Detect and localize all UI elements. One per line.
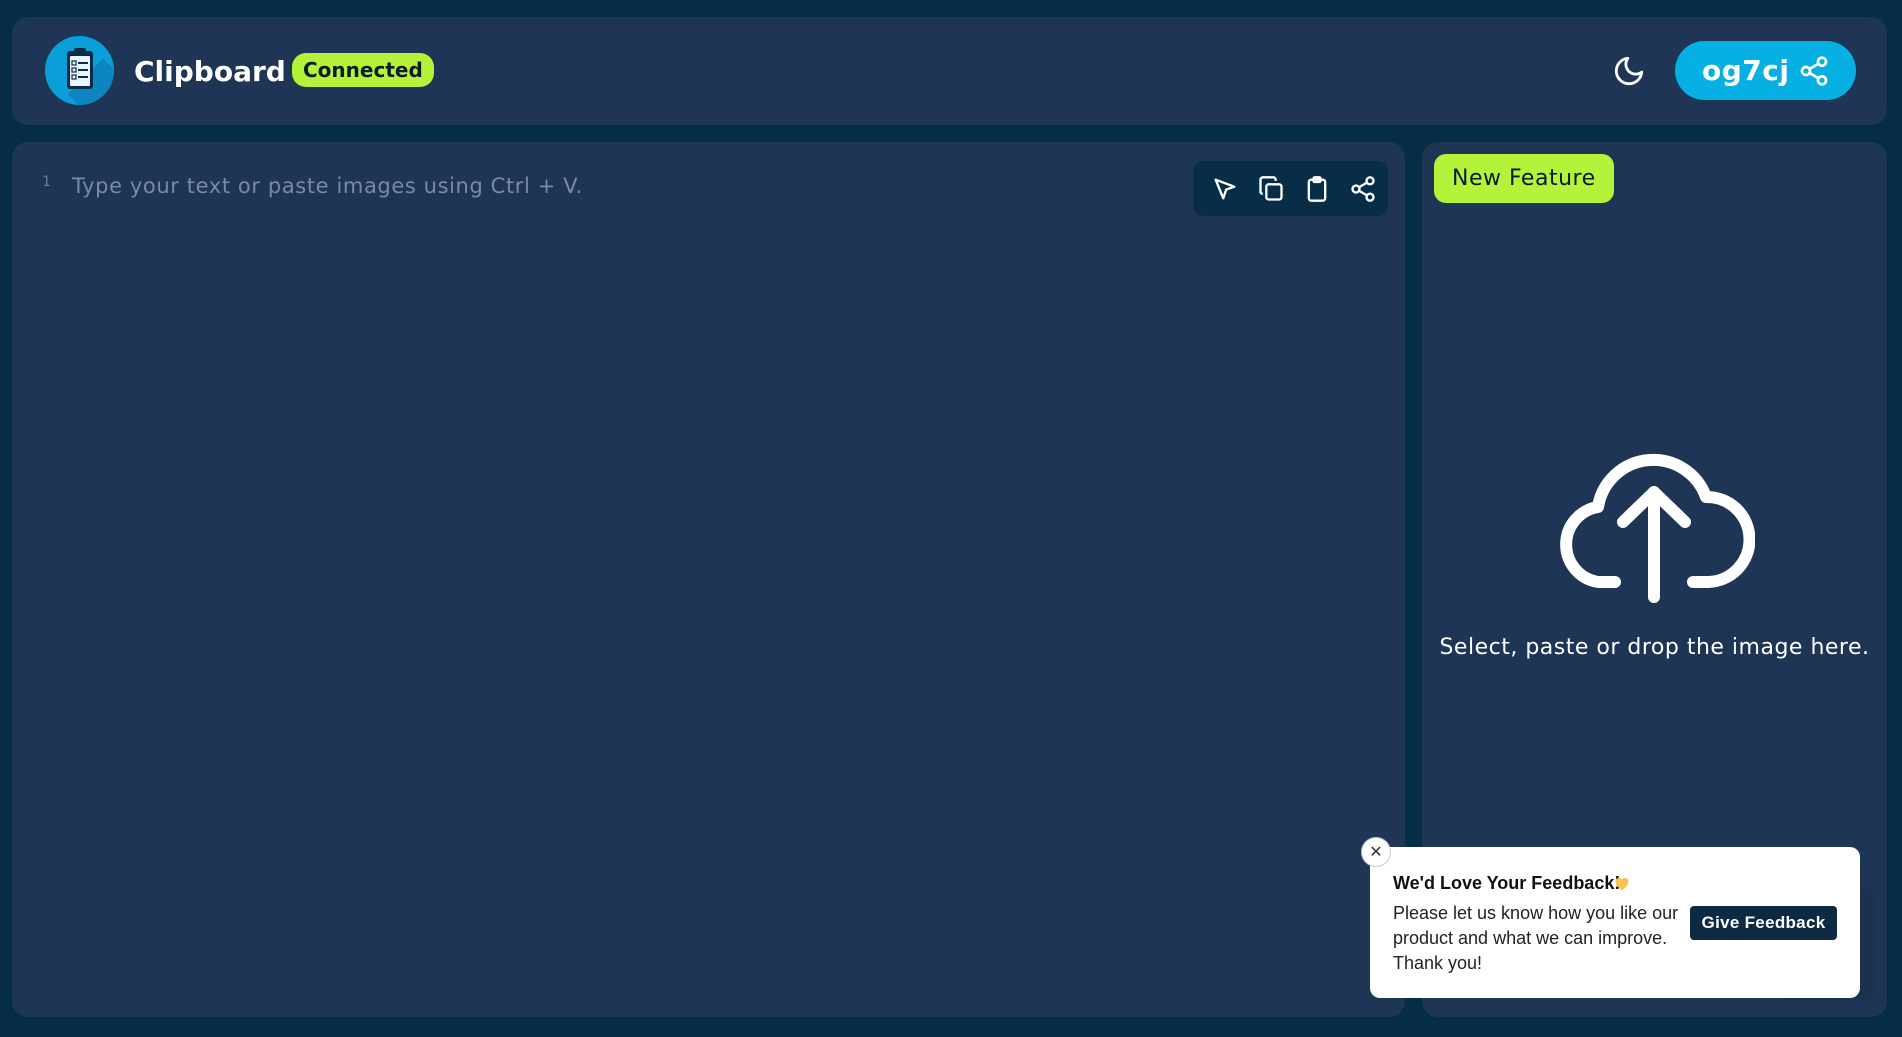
clipboard-paste-icon[interactable]	[1303, 175, 1331, 203]
room-code-share-button[interactable]: og7cj	[1675, 41, 1856, 100]
new-feature-badge: New Feature	[1434, 154, 1614, 203]
cloud-upload-icon[interactable]	[1553, 437, 1756, 611]
app-title: Clipboard	[134, 55, 286, 88]
line-number: 1	[42, 174, 51, 190]
clipboard-logo-icon	[45, 36, 114, 105]
copy-icon[interactable]	[1257, 175, 1285, 203]
room-code: og7cj	[1702, 54, 1790, 87]
app-header: Clipboard Connected og7cj	[12, 17, 1887, 125]
heart-icon	[1613, 875, 1631, 896]
editor-toolbar	[1193, 161, 1388, 216]
upload-instructions: Select, paste or drop the image here.	[1439, 635, 1870, 660]
share-icon[interactable]	[1349, 175, 1377, 203]
feedback-message: Please let us know how you like our prod…	[1393, 903, 1679, 973]
feedback-title: We'd Love Your Feedback!	[1393, 873, 1621, 893]
moon-icon[interactable]	[1612, 54, 1646, 88]
editor-input[interactable]	[72, 166, 1172, 206]
give-feedback-button[interactable]: Give Feedback	[1690, 906, 1837, 940]
share-icon	[1798, 55, 1830, 91]
feedback-popup: We'd Love Your Feedback! Please let us k…	[1370, 847, 1860, 998]
cursor-select-icon[interactable]	[1211, 175, 1239, 203]
close-icon[interactable]: ✕	[1362, 838, 1390, 866]
text-editor: 1	[12, 142, 1405, 1017]
connection-status-badge: Connected	[292, 53, 434, 87]
